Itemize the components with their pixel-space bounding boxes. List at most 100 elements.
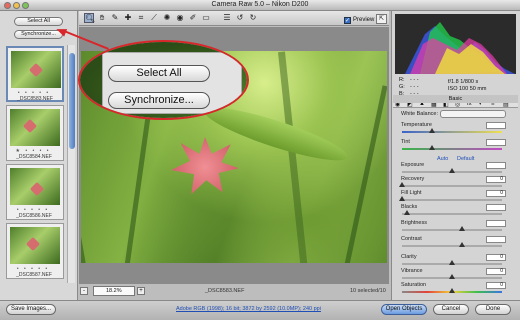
color-sampler-icon[interactable]: ✚ — [123, 13, 133, 23]
white-balance-icon[interactable]: ✎ — [110, 13, 120, 23]
aperture-shutter: f/1.8 1/800 s — [448, 79, 479, 85]
readout-g-label: G: — [399, 84, 405, 90]
thumbnail-item[interactable]: ★ • • • • _DSC8584.NEF — [6, 105, 64, 161]
thumbnail-image — [10, 109, 60, 146]
tint-label: Tint — [401, 139, 410, 145]
done-button[interactable]: Done — [475, 304, 511, 315]
contrast-value-field[interactable] — [486, 236, 506, 243]
thumbnail-item[interactable]: • • • • • _DSC8587.NEF — [6, 223, 64, 279]
blacks-slider-knob[interactable] — [404, 210, 410, 215]
clarity-slider-knob[interactable] — [449, 260, 455, 265]
temperature-slider[interactable] — [402, 128, 502, 133]
exposure-slider[interactable] — [402, 168, 502, 173]
vibrance-slider-knob[interactable] — [449, 274, 455, 279]
magnified-callout: Select All Synchronize... — [78, 40, 249, 120]
readout-g-value: - - - — [410, 84, 419, 90]
brightness-slider[interactable] — [402, 226, 502, 231]
selected-count: 10 selected/10 — [350, 288, 386, 294]
workflow-options-link[interactable]: Adobe RGB (1998); 16 bit; 3872 by 2592 (… — [176, 306, 321, 312]
contrast-label: Contrast — [401, 236, 422, 242]
rotate-left-icon[interactable]: ↺ — [235, 13, 245, 23]
tint-value-field[interactable] — [486, 139, 506, 146]
blacks-slider[interactable] — [402, 210, 502, 215]
recovery-value-field[interactable]: 0 — [486, 176, 506, 183]
zoom-in-button[interactable]: + — [137, 287, 145, 295]
maple-leaf — [171, 137, 239, 194]
open-objects-button[interactable]: Open Objects — [381, 304, 427, 315]
preferences-icon[interactable]: ☰ — [222, 13, 232, 23]
straighten-icon[interactable]: ⟋ — [149, 13, 159, 23]
thumbnail-item[interactable]: • • • • • _DSC8586.NEF — [6, 164, 64, 220]
current-filename: _DSC8583.NEF — [205, 288, 245, 294]
saturation-slider-knob[interactable] — [449, 288, 455, 293]
auto-link[interactable]: Auto — [437, 156, 448, 162]
save-images-button[interactable]: Save Images... — [6, 304, 56, 315]
histogram — [395, 14, 516, 74]
callout-select-all-button[interactable]: Select All — [108, 65, 210, 82]
zoom-icon[interactable]: 🔍︎ — [84, 13, 95, 23]
window-titlebar: Camera Raw 5.0 – Nikon D200 — [0, 0, 520, 11]
cancel-button[interactable]: Cancel — [433, 304, 469, 315]
brightness-label: Brightness — [401, 220, 427, 226]
crop-icon[interactable]: ⌗ — [136, 13, 146, 23]
recovery-slider[interactable] — [399, 182, 502, 187]
fill-light-slider[interactable] — [399, 196, 502, 201]
saturation-value-field[interactable]: 0 — [486, 282, 506, 289]
thumbnail-image — [11, 51, 61, 88]
preview-label: Preview — [353, 17, 375, 23]
recovery-slider-knob[interactable] — [399, 182, 405, 187]
contrast-slider[interactable] — [402, 242, 502, 247]
zoom-level-select[interactable]: 18.2% — [93, 286, 135, 296]
temperature-value-field[interactable] — [486, 122, 506, 129]
vibrance-label: Vibrance — [401, 268, 423, 274]
saturation-slider[interactable] — [402, 288, 502, 293]
filmstrip-scrollbar[interactable] — [67, 45, 75, 283]
readout-r-value: - - - — [410, 77, 419, 83]
thumbnail-image — [10, 227, 60, 264]
default-link[interactable]: Default — [457, 156, 474, 162]
fill-light-value-field[interactable]: 0 — [486, 190, 506, 197]
zoom-out-button[interactable]: - — [80, 287, 88, 295]
window-title: Camera Raw 5.0 – Nikon D200 — [211, 1, 309, 8]
readout-r-label: R: — [399, 77, 405, 83]
brightness-value-field[interactable] — [486, 220, 506, 227]
hand-icon[interactable]: ✋︎ — [97, 13, 107, 23]
select-all-button[interactable]: Select All — [14, 17, 63, 26]
blacks-value-field[interactable] — [486, 204, 506, 211]
exposure-slider-knob[interactable] — [449, 168, 455, 173]
exposure-value-field[interactable] — [486, 162, 506, 169]
preview-checkbox[interactable]: ✓ — [344, 17, 351, 24]
thumbnail-filename: _DSC8586.NEF — [16, 213, 52, 219]
thumbnail-filename: _DSC8587.NEF — [16, 272, 52, 278]
fullscreen-icon[interactable]: ⇱ — [376, 14, 387, 24]
clarity-value-field[interactable]: 0 — [486, 254, 506, 261]
iso-focal: ISO 100 50 mm — [448, 86, 487, 92]
fill-light-slider-knob[interactable] — [399, 196, 405, 201]
adjustment-brush-icon[interactable]: ✐ — [188, 13, 198, 23]
exposure-label: Exposure — [401, 162, 425, 168]
saturation-label: Saturation — [401, 282, 427, 288]
vibrance-slider[interactable] — [402, 274, 502, 279]
basic-section-title: Basic — [393, 95, 518, 103]
rotate-right-icon[interactable]: ↻ — [248, 13, 258, 23]
thumbnail-filename: _DSC8583.NEF — [17, 96, 53, 102]
thumbnail-image — [10, 168, 60, 205]
thumbnail-item[interactable]: • • • • • _DSC8583.NEF — [6, 46, 64, 102]
clarity-slider[interactable] — [402, 260, 502, 265]
tint-slider[interactable] — [402, 145, 502, 150]
white-balance-select[interactable] — [440, 110, 506, 118]
callout-synchronize-button[interactable]: Synchronize... — [108, 92, 210, 109]
brightness-slider-knob[interactable] — [459, 226, 465, 231]
graduated-filter-icon[interactable]: ▭ — [201, 13, 211, 23]
white-balance-label: White Balance: — [401, 111, 438, 117]
retouch-icon[interactable]: ✺ — [162, 13, 172, 23]
thumbnail-filename: _DSC8584.NEF — [16, 154, 52, 160]
clarity-label: Clarity — [401, 254, 417, 260]
red-eye-icon[interactable]: ◉ — [175, 13, 185, 23]
tint-slider-knob[interactable] — [429, 145, 435, 150]
contrast-slider-knob[interactable] — [459, 242, 465, 247]
vibrance-value-field[interactable]: 0 — [486, 268, 506, 275]
temperature-slider-knob[interactable] — [429, 128, 435, 133]
temperature-label: Temperature — [401, 122, 432, 128]
scrollbar-thumb[interactable] — [69, 53, 75, 149]
